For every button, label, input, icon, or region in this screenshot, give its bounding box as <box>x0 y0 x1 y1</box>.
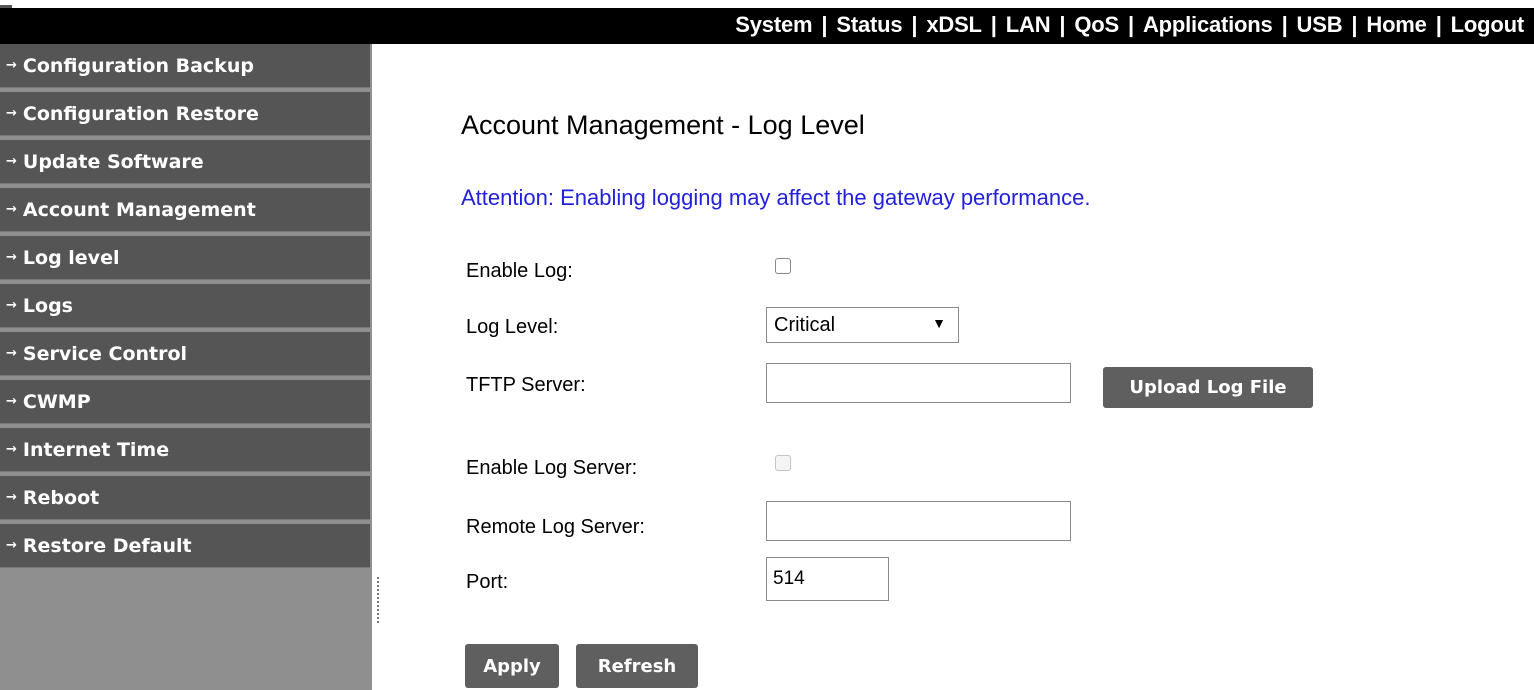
enable-log-server-checkbox[interactable] <box>775 455 791 471</box>
tftp-server-input[interactable] <box>766 363 1071 403</box>
nav-separator: | <box>1127 12 1134 37</box>
nav-status[interactable]: Status <box>836 12 902 38</box>
nav-logout[interactable]: Logout <box>1451 12 1525 38</box>
nav-separator: | <box>1059 12 1066 37</box>
nav-home[interactable]: Home <box>1366 12 1427 38</box>
sidebar-item-account-management[interactable]: → Account Management <box>0 188 370 232</box>
nav-usb[interactable]: USB <box>1297 12 1343 38</box>
apply-button[interactable]: Apply <box>465 644 559 688</box>
sidebar-item-logs[interactable]: → Logs <box>0 284 370 328</box>
enable-log-label: Enable Log: <box>466 260 573 282</box>
refresh-button[interactable]: Refresh <box>576 644 698 688</box>
sidebar-item-label: Logs <box>22 294 73 317</box>
right-arrow-icon: → <box>6 58 17 73</box>
nav-applications[interactable]: Applications <box>1143 12 1273 38</box>
sidebar-item-configuration-restore[interactable]: → Configuration Restore <box>0 92 370 136</box>
sidebar-item-update-software[interactable]: → Update Software <box>0 140 370 184</box>
nav-separator: | <box>1351 12 1358 37</box>
right-arrow-icon: → <box>6 442 17 457</box>
remote-log-server-input[interactable] <box>766 501 1071 541</box>
nav-xdsl[interactable]: xDSL <box>926 12 982 38</box>
log-level-select[interactable]: Critical ▼ <box>766 307 959 343</box>
right-arrow-icon: → <box>6 490 17 505</box>
right-arrow-icon: → <box>6 106 17 121</box>
sidebar-item-label: Configuration Restore <box>22 102 259 125</box>
nav-separator: | <box>990 12 997 37</box>
sidebar-item-configuration-backup[interactable]: → Configuration Backup <box>0 44 370 88</box>
remote-log-server-label: Remote Log Server: <box>466 516 645 538</box>
sidebar-item-restore-default[interactable]: → Restore Default <box>0 524 370 568</box>
sidebar-item-label: Update Software <box>22 150 204 173</box>
nav-separator: | <box>911 12 918 37</box>
sidebar-item-label: Log level <box>22 246 120 269</box>
triangle-down-icon: ▼ <box>932 315 946 331</box>
sidebar-item-service-control[interactable]: → Service Control <box>0 332 370 376</box>
sidebar-item-label: Restore Default <box>22 534 192 557</box>
sidebar-item-label: Account Management <box>22 198 256 221</box>
sidebar-item-internet-time[interactable]: → Internet Time <box>0 428 370 472</box>
sidebar-item-label: Configuration Backup <box>22 54 254 77</box>
enable-log-server-label: Enable Log Server: <box>466 457 638 479</box>
tftp-server-label: TFTP Server: <box>466 374 586 396</box>
attention-message: Attention: Enabling logging may affect t… <box>461 185 1091 210</box>
sidebar-item-label: Internet Time <box>22 438 170 461</box>
sidebar-item-log-level[interactable]: → Log level <box>0 236 370 280</box>
nav-separator: | <box>1435 12 1442 37</box>
nav-separator: | <box>821 12 828 37</box>
nav-qos[interactable]: QoS <box>1074 12 1119 38</box>
nav-system[interactable]: System <box>735 12 812 38</box>
top-navigation-bar: System | Status | xDSL | LAN | QoS | App… <box>0 0 1534 44</box>
right-arrow-icon: → <box>6 298 17 313</box>
port-label: Port: <box>466 571 509 593</box>
frame-splitter-handle[interactable] <box>377 577 381 623</box>
enable-log-checkbox[interactable] <box>775 258 791 274</box>
sidebar: → Configuration Backup → Configuration R… <box>0 44 372 690</box>
sidebar-item-label: Service Control <box>22 342 188 365</box>
right-arrow-icon: → <box>6 250 17 265</box>
upload-log-file-button[interactable]: Upload Log File <box>1103 367 1313 408</box>
log-level-selected-value: Critical <box>774 313 836 336</box>
sidebar-item-label: Reboot <box>22 486 100 509</box>
right-arrow-icon: → <box>6 202 17 217</box>
nav-separator: | <box>1281 12 1288 37</box>
right-arrow-icon: → <box>6 346 17 361</box>
sidebar-item-label: CWMP <box>22 390 91 413</box>
top-nav-links: System | Status | xDSL | LAN | QoS | App… <box>735 10 1524 40</box>
port-input[interactable] <box>766 557 889 601</box>
sidebar-item-cwmp[interactable]: → CWMP <box>0 380 370 424</box>
right-arrow-icon: → <box>6 538 17 553</box>
right-arrow-icon: → <box>6 154 17 169</box>
sidebar-item-reboot[interactable]: → Reboot <box>0 476 370 520</box>
nav-lan[interactable]: LAN <box>1006 12 1051 38</box>
log-level-label: Log Level: <box>466 316 559 338</box>
page-title: Account Management - Log Level <box>461 110 865 140</box>
right-arrow-icon: → <box>6 394 17 409</box>
